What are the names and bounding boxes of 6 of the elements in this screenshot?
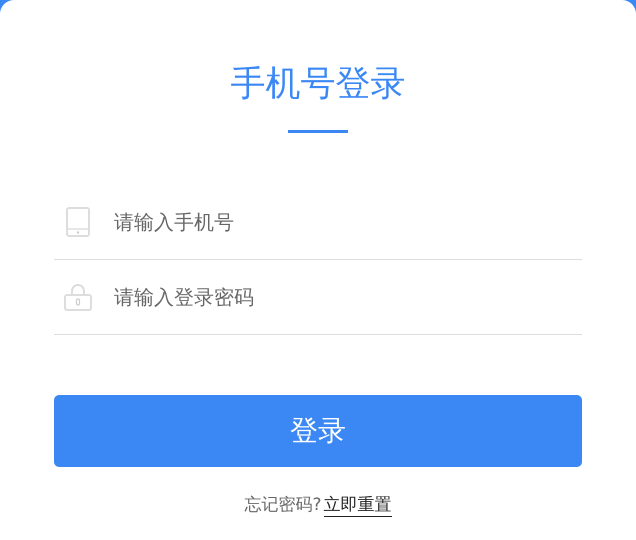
phone-icon bbox=[64, 207, 92, 237]
forgot-password-text: 忘记密码? bbox=[244, 494, 322, 517]
title-underline bbox=[288, 130, 348, 133]
reset-link[interactable]: 立即重置 bbox=[324, 493, 392, 517]
page-title: 手机号登录 bbox=[230, 63, 406, 106]
lock-icon bbox=[64, 283, 92, 311]
